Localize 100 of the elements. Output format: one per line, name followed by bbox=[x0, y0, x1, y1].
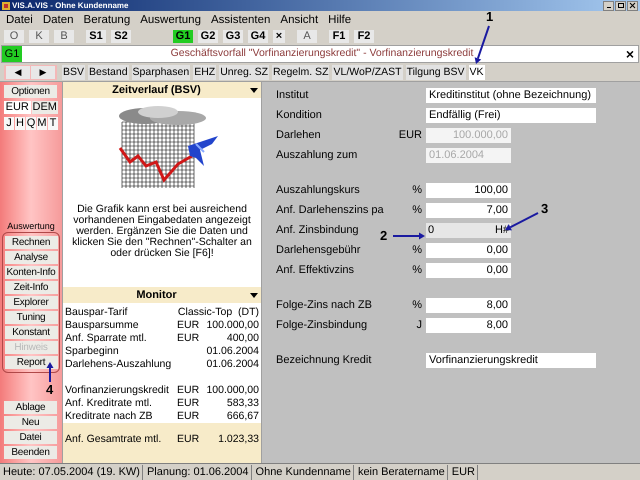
input-field[interactable]: 0,00 bbox=[426, 263, 511, 278]
callout-number: 4 bbox=[46, 383, 54, 396]
action-button[interactable]: Explorer bbox=[4, 296, 58, 309]
tab[interactable]: VK bbox=[468, 64, 485, 80]
tab[interactable]: Bestand bbox=[88, 64, 129, 80]
menu-item[interactable]: Daten bbox=[42, 12, 74, 26]
unit-label: EUR bbox=[177, 433, 200, 445]
callout-arrow bbox=[393, 232, 425, 240]
group-label: Auswertung bbox=[6, 220, 56, 232]
monitor-value: 100.000,00 bbox=[205, 319, 259, 332]
currency-toggle[interactable]: EUR bbox=[4, 101, 30, 114]
monitor-value: Classic-Top (DT) bbox=[178, 306, 259, 319]
close-button[interactable]: × bbox=[622, 47, 638, 61]
callout-number: 3 bbox=[541, 202, 548, 215]
unit-label: J bbox=[416, 319, 422, 332]
input-field[interactable]: 8,00 bbox=[426, 318, 511, 333]
sidebar-button[interactable]: Ablage bbox=[4, 401, 57, 414]
monitor-label: Anf. Gesamtrate mtl. bbox=[65, 433, 162, 445]
callout-number: 1 bbox=[486, 10, 494, 23]
sidebar-button[interactable]: Neu bbox=[4, 416, 57, 429]
input-field[interactable]: 0,00 bbox=[426, 243, 511, 258]
monitor-label: Anf. Sparrate mtl. bbox=[65, 332, 147, 344]
period-button[interactable]: M bbox=[37, 117, 47, 130]
field-label: Folge-Zins nach ZB bbox=[276, 299, 372, 312]
dropdown-icon bbox=[250, 292, 258, 298]
tab[interactable]: Tilgung BSV bbox=[406, 64, 466, 80]
monitor-value: 01.06.2004 bbox=[205, 345, 259, 358]
close-button[interactable] bbox=[627, 0, 638, 10]
toolbar-button[interactable]: G2 bbox=[198, 30, 218, 43]
tab[interactable]: VL/WoP/ZAST bbox=[332, 64, 403, 80]
monitor-label: Bauspar-Tarif bbox=[65, 306, 128, 318]
status-text: Ohne Kundenname bbox=[254, 464, 354, 480]
tab[interactable]: BSV bbox=[62, 64, 86, 80]
field-label: Darlehen bbox=[276, 129, 321, 142]
currency-toggle[interactable]: DEM bbox=[32, 101, 58, 114]
toolbar-button[interactable]: G1 bbox=[173, 30, 193, 43]
tab[interactable]: Unreg. SZ bbox=[219, 64, 270, 80]
menu-item[interactable]: Beratung bbox=[84, 12, 130, 26]
input-field[interactable]: Kreditinstitut (ohne Bezeichnung) bbox=[426, 88, 596, 103]
monitor-label: Bausparsumme bbox=[65, 319, 139, 331]
tab[interactable]: EHZ bbox=[193, 64, 216, 80]
period-button[interactable]: J bbox=[4, 117, 14, 130]
sidebar-button[interactable]: Datei bbox=[4, 431, 57, 444]
action-button[interactable]: Tuning bbox=[4, 311, 58, 324]
input-field[interactable]: 7,00 bbox=[426, 203, 511, 218]
tab[interactable]: Sparphasen bbox=[132, 64, 190, 80]
toolbar-button[interactable]: S2 bbox=[111, 30, 131, 43]
period-button[interactable]: H bbox=[15, 117, 25, 130]
unit-label: EUR bbox=[177, 410, 200, 422]
toolbar-button[interactable]: B bbox=[54, 30, 74, 43]
status-text: EUR bbox=[450, 464, 478, 480]
monitor-value: 100.000,00 bbox=[205, 384, 259, 397]
menu-item[interactable]: Auswertung bbox=[140, 12, 201, 26]
toolbar-button[interactable]: G3 bbox=[223, 30, 243, 43]
menu-item[interactable]: Hilfe bbox=[328, 12, 352, 26]
toolbar-button[interactable]: F1 bbox=[329, 30, 349, 43]
toolbar-button[interactable]: × bbox=[273, 30, 285, 43]
input-field[interactable]: Endfällig (Frei) bbox=[426, 108, 596, 123]
toolbar-button[interactable]: K bbox=[29, 30, 49, 43]
field-label: Folge-Zinsbindung bbox=[276, 319, 368, 332]
action-button[interactable]: Report bbox=[4, 356, 58, 369]
menu-item[interactable]: Datei bbox=[6, 12, 33, 26]
menu-item[interactable]: Ansicht bbox=[280, 12, 318, 26]
group-badge: G1 bbox=[2, 46, 22, 62]
action-button[interactable]: Zeit-Info bbox=[4, 281, 58, 294]
input-field[interactable]: Vorfinanzierungskredit bbox=[426, 353, 596, 368]
maximize-button[interactable] bbox=[615, 0, 626, 10]
field-label: Auszahlungskurs bbox=[276, 184, 360, 196]
action-button[interactable]: Rechnen bbox=[4, 236, 58, 249]
unit-label: EUR bbox=[398, 129, 422, 142]
input-field[interactable]: 8,00 bbox=[426, 298, 511, 313]
toolbar-button[interactable]: S1 bbox=[86, 30, 106, 43]
monitor-value: 1.023,33 bbox=[217, 433, 259, 446]
toolbar-button[interactable]: O bbox=[4, 30, 24, 43]
toolbar-button[interactable]: F2 bbox=[354, 30, 374, 43]
unit-label: % bbox=[412, 184, 422, 196]
unit-label: EUR bbox=[177, 332, 200, 344]
status-text: Planung: 01.06.2004 bbox=[144, 464, 252, 480]
monitor-label: Darlehens-Auszahlung bbox=[65, 358, 172, 370]
action-button[interactable]: Konten-Info bbox=[4, 266, 58, 279]
options-button[interactable]: Optionen bbox=[4, 85, 57, 98]
callout-arrow bbox=[46, 362, 54, 382]
tab[interactable]: Regelm. SZ bbox=[272, 64, 330, 80]
sidebar-button[interactable]: Beenden bbox=[4, 446, 57, 459]
monitor-value: 666,67 bbox=[226, 410, 259, 423]
menu-item[interactable]: Assistenten bbox=[210, 12, 270, 26]
case-title: Geschäftsvorfall "Vorfinanzierungskredit" - Vorfinanzierungskredit bbox=[170, 46, 474, 62]
period-button[interactable]: T bbox=[48, 117, 58, 130]
toolbar-button[interactable]: A bbox=[297, 30, 317, 43]
period-button[interactable]: Q bbox=[26, 117, 36, 130]
panel-title: Zeitverlauf (BSV) bbox=[111, 82, 202, 98]
minimize-button[interactable] bbox=[603, 0, 614, 10]
previous-button[interactable]: ◀ bbox=[6, 66, 30, 78]
field-label: Anf. Darlehenszins pa bbox=[276, 204, 384, 216]
action-button[interactable]: Analyse bbox=[4, 251, 58, 264]
dropdown-icon bbox=[250, 88, 258, 92]
toolbar-button[interactable]: G4 bbox=[248, 30, 268, 43]
next-button[interactable]: ▶ bbox=[31, 66, 55, 78]
action-button[interactable]: Konstant bbox=[4, 326, 58, 339]
input-field[interactable]: 100,00 bbox=[426, 183, 511, 198]
